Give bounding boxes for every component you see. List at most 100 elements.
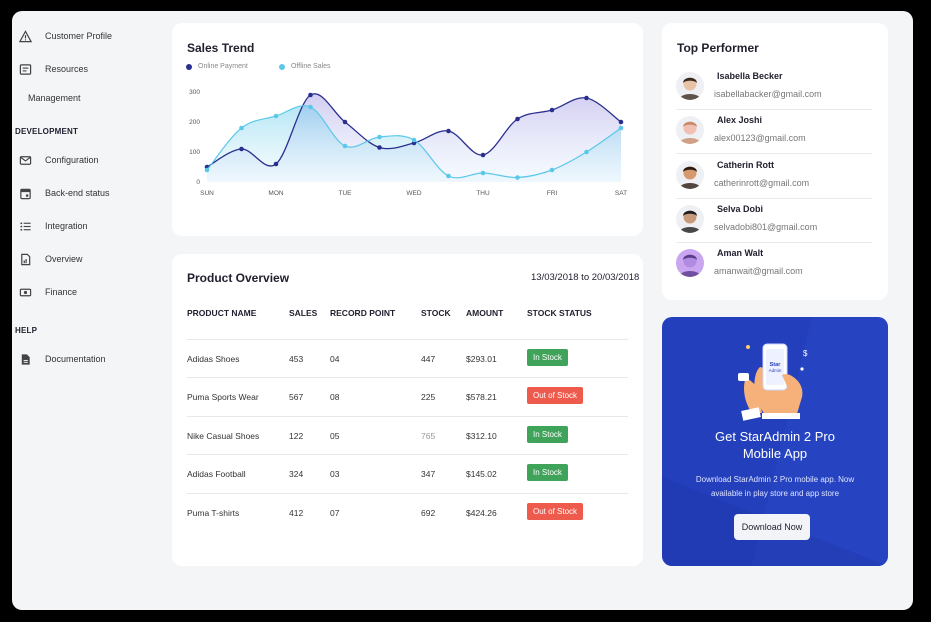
stock-cell: 347 <box>421 469 436 479</box>
column-header-amount[interactable]: AMOUNT <box>466 308 503 318</box>
table-row[interactable]: Adidas Football 324 03 347 $145.02 In Stock <box>187 454 628 492</box>
sales-cell: 567 <box>289 392 304 402</box>
avatar <box>676 72 704 100</box>
data-point[interactable] <box>618 125 624 131</box>
x-tick-label: FRI <box>547 190 558 197</box>
data-point[interactable] <box>618 119 624 125</box>
product-name-cell: Puma T-shirts <box>187 508 240 518</box>
sales-cell: 122 <box>289 431 304 441</box>
data-point[interactable] <box>342 143 348 149</box>
avatar <box>676 205 704 233</box>
promo-description: Download StarAdmin 2 Pro mobile app. Now <box>695 475 855 484</box>
performer-email: catherinrott@gmail.com <box>714 178 810 188</box>
data-point[interactable] <box>480 152 486 158</box>
record-point-cell: 08 <box>330 392 340 402</box>
top-performer-title: Top Performer <box>677 41 759 55</box>
divider <box>676 153 872 154</box>
data-point[interactable] <box>273 113 279 119</box>
data-point[interactable] <box>446 128 451 134</box>
record-point-cell: 04 <box>330 354 340 364</box>
data-point[interactable] <box>377 134 382 140</box>
performer-item[interactable]: Isabella Becker isabellabacker@gmail.com <box>676 66 872 110</box>
data-point[interactable] <box>411 137 417 143</box>
promo-title-line2: Mobile App <box>742 446 808 461</box>
date-range: 13/03/2018 to 20/03/2018 <box>531 272 640 283</box>
download-now-button[interactable]: Download Now <box>734 514 810 540</box>
stock-cell: 692 <box>421 508 436 518</box>
column-header-product-name[interactable]: PRODUCT NAME <box>187 308 256 318</box>
x-tick-label: SUN <box>200 190 214 197</box>
x-tick-label: WED <box>406 190 421 197</box>
y-tick-label: 200 <box>189 119 200 126</box>
table-row[interactable]: Adidas Shoes 453 04 447 $293.01 In Stock <box>187 339 628 377</box>
performer-item[interactable]: Selva Dobi selvadobi801@gmail.com <box>676 199 872 243</box>
data-point[interactable] <box>446 173 451 179</box>
data-point[interactable] <box>515 175 520 180</box>
table-row[interactable]: Puma Sports Wear 567 08 225 $578.21 Out of St… <box>187 377 628 415</box>
product-overview-title: Product Overview <box>187 271 290 285</box>
performer-name: Isabella Becker <box>717 71 783 81</box>
stock-status-badge: In Stock <box>527 426 568 443</box>
amount-cell: $424.26 <box>466 508 497 518</box>
avatar <box>676 249 704 277</box>
data-point[interactable] <box>549 167 555 173</box>
stock-cell: 765 <box>421 431 436 441</box>
y-tick-label: 0 <box>196 179 200 186</box>
data-point[interactable] <box>515 116 520 122</box>
promo-description-line2: available in play store and app store <box>710 489 840 498</box>
data-point[interactable] <box>584 149 589 155</box>
data-point[interactable] <box>377 145 382 150</box>
record-point-cell: 03 <box>330 469 340 479</box>
stock-status-badge: In Stock <box>527 464 568 481</box>
stock-cell: 447 <box>421 354 436 364</box>
promo-title: Get StarAdmin 2 Pro <box>715 429 835 444</box>
amount-cell: $293.01 <box>466 354 497 364</box>
data-point[interactable] <box>239 146 244 152</box>
avatar <box>676 161 704 189</box>
data-point[interactable] <box>308 92 313 98</box>
column-header-stock[interactable]: STOCK <box>421 308 451 318</box>
data-point[interactable] <box>342 119 348 125</box>
product-name-cell: Puma Sports Wear <box>187 392 259 402</box>
record-point-cell: 07 <box>330 508 340 518</box>
data-point[interactable] <box>480 170 486 176</box>
x-tick-label: MON <box>268 190 283 197</box>
data-point[interactable] <box>584 95 589 101</box>
amount-cell: $312.10 <box>466 431 497 441</box>
data-point[interactable] <box>204 167 210 173</box>
sales-cell: 453 <box>289 354 304 364</box>
table-row[interactable]: Puma T-shirts 412 07 692 $424.26 Out of Stock <box>187 493 628 531</box>
y-tick-label: 100 <box>189 149 200 156</box>
x-tick-label: TUE <box>339 190 353 197</box>
data-point[interactable] <box>549 107 555 113</box>
column-header-sales[interactable]: SALES <box>289 308 317 318</box>
column-header-stock-status[interactable]: STOCK STATUS <box>527 308 592 318</box>
y-tick-label: 300 <box>189 89 200 96</box>
product-name-cell: Nike Casual Shoes <box>187 431 260 441</box>
performer-name: Catherin Rott <box>717 160 774 170</box>
performer-item[interactable]: Aman Walt amanwait@gmail.com <box>676 243 872 287</box>
x-tick-label: THU <box>476 190 490 197</box>
performer-item[interactable]: Alex Joshi alex00123@gmail.com <box>676 110 872 154</box>
amount-cell: $145.02 <box>466 469 497 479</box>
sales-cell: 324 <box>289 469 304 479</box>
column-header-record-point[interactable]: RECORD POINT <box>330 308 395 318</box>
performer-item[interactable]: Catherin Rott catherinrott@gmail.com <box>676 155 872 199</box>
table-row[interactable]: Nike Casual Shoes 122 05 765 $312.10 In Stock <box>187 416 628 454</box>
avatar <box>676 116 704 144</box>
data-point[interactable] <box>273 161 279 167</box>
phone-illustration: Star Admin $ <box>738 343 808 421</box>
performer-name: Aman Walt <box>717 248 764 258</box>
performer-email: alex00123@gmail.com <box>714 133 806 143</box>
stock-status-badge: Out of Stock <box>527 503 584 520</box>
performer-email: isabellabacker@gmail.com <box>714 89 822 99</box>
record-point-cell: 05 <box>330 431 340 441</box>
performer-name: Selva Dobi <box>717 204 764 214</box>
data-point[interactable] <box>239 125 244 131</box>
performer-name: Alex Joshi <box>717 115 763 125</box>
stock-cell: 225 <box>421 392 436 402</box>
svg-text:$: $ <box>803 349 808 358</box>
x-tick-label: SAT <box>615 190 627 197</box>
product-name-cell: Adidas Shoes <box>187 354 240 364</box>
data-point[interactable] <box>308 104 313 110</box>
